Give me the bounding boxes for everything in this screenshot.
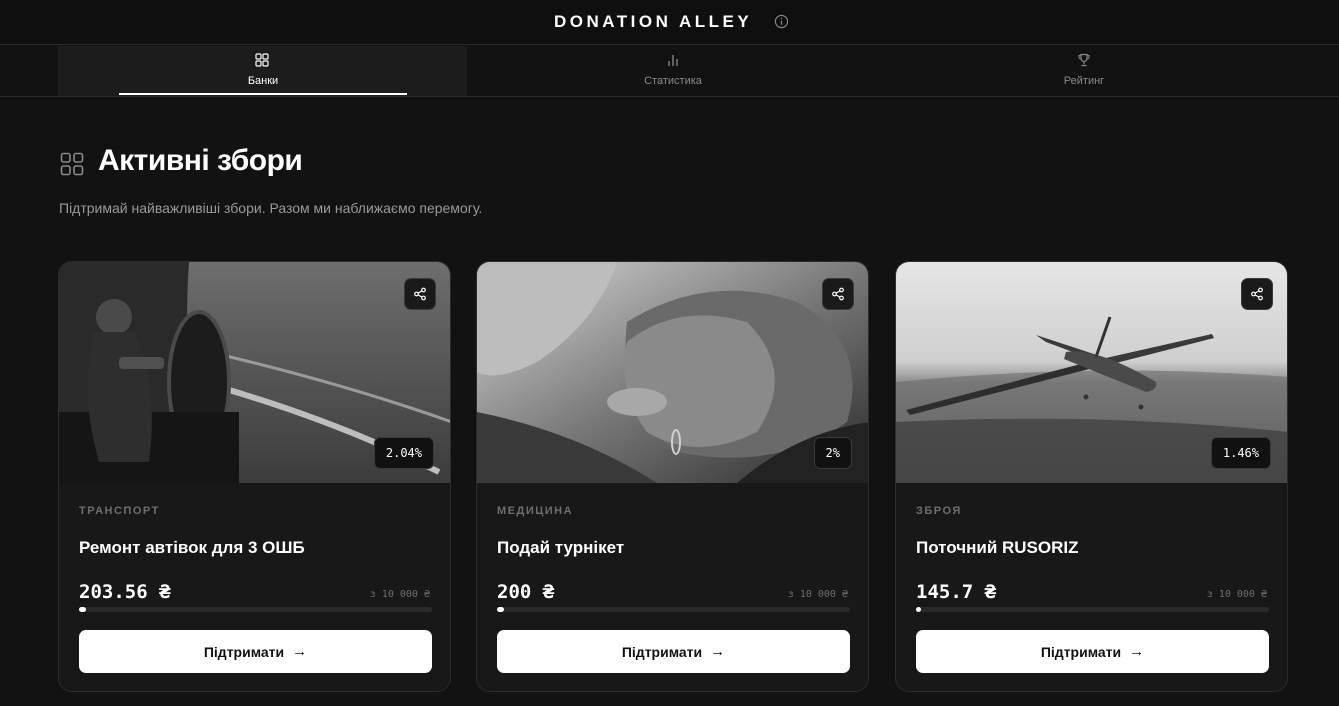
tab-rating[interactable]: Рейтинг [984, 46, 1184, 96]
share-button[interactable] [404, 278, 436, 310]
trophy-icon [1078, 53, 1090, 67]
goal-amount: з 10 000 ₴ [1206, 589, 1267, 600]
support-button[interactable]: Підтримати → [497, 630, 850, 673]
progress-bar [79, 607, 432, 612]
card-title: Ремонт автівок для 3 ОШБ [79, 538, 305, 557]
header: DONATION ALLEY [0, 0, 1339, 45]
arrow-right-icon: → [292, 643, 308, 660]
info-icon[interactable] [774, 14, 789, 29]
campaign-card[interactable]: 2.04% ТРАНСПОРТ Ремонт автівок для 3 ОШБ… [58, 261, 451, 692]
progress-fill [916, 607, 922, 612]
share-button[interactable] [822, 278, 854, 310]
support-button-label: Підтримати [621, 643, 703, 660]
page-subtitle: Підтримай найважливіші збори. Разом ми н… [59, 200, 483, 216]
support-button-label: Підтримати [203, 643, 285, 660]
progress-bar [497, 607, 850, 612]
tab-label: Рейтинг [1063, 75, 1105, 87]
car-repair-photo: 2.04% [59, 262, 450, 483]
raised-amount: 145.7 ₴ [916, 581, 997, 603]
tab-bar: Банки Статистика Рейтинг [0, 46, 1339, 97]
progress-fill [497, 607, 505, 612]
holding-hands-photo: 2% [477, 262, 868, 483]
tab-label: Банки [247, 75, 279, 87]
raised-amount: 203.56 ₴ [79, 581, 171, 603]
goal-amount: з 10 000 ₴ [787, 589, 848, 600]
percent-badge: 2% [813, 437, 852, 469]
support-button-label: Підтримати [1040, 643, 1122, 660]
percent-badge: 1.46% [1210, 437, 1271, 469]
card-title: Поточний RUSORIZ [916, 538, 1079, 557]
category-label: ТРАНСПОРТ [79, 505, 160, 517]
raised-amount: 200 ₴ [497, 581, 555, 603]
tab-statistics[interactable]: Статистика [573, 46, 773, 96]
share-icon [414, 287, 426, 301]
tab-label: Статистика [644, 75, 702, 87]
campaign-card[interactable]: 1.46% ЗБРОЯ Поточний RUSORIZ 145.7 ₴ з 1… [895, 261, 1288, 692]
card-title: Подай турнікет [497, 538, 625, 557]
brand-logo[interactable]: DONATION ALLEY [554, 12, 752, 32]
grid-icon [255, 53, 269, 67]
share-button[interactable] [1241, 278, 1273, 310]
share-icon [832, 287, 844, 301]
progress-bar [916, 607, 1269, 612]
drone-photo: 1.46% [896, 262, 1287, 483]
support-button[interactable]: Підтримати → [79, 630, 432, 673]
tab-banks[interactable]: Банки [58, 46, 467, 96]
active-tab-indicator [119, 93, 407, 95]
support-button[interactable]: Підтримати → [916, 630, 1269, 673]
share-icon [1251, 287, 1263, 301]
arrow-right-icon: → [1129, 643, 1145, 660]
bar-chart-icon [668, 55, 678, 66]
campaign-card[interactable]: 2% МЕДИЦИНА Подай турнікет 200 ₴ з 10 00… [476, 261, 869, 692]
page-title: Активні збори [98, 144, 303, 177]
goal-amount: з 10 000 ₴ [369, 589, 430, 600]
percent-badge: 2.04% [373, 437, 434, 469]
category-label: МЕДИЦИНА [497, 505, 574, 517]
arrow-right-icon: → [710, 643, 726, 660]
progress-fill [79, 607, 87, 612]
category-label: ЗБРОЯ [916, 505, 962, 517]
grid-icon [60, 152, 84, 176]
